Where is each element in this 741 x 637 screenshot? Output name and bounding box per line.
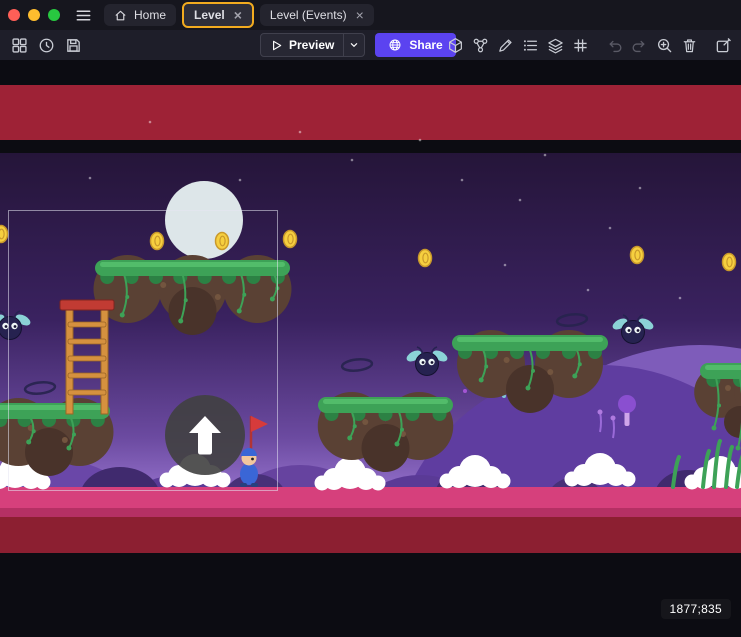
dark-red-ground [0, 517, 741, 553]
trash-icon[interactable] [678, 33, 701, 57]
cube-icon[interactable] [444, 33, 467, 57]
coin[interactable] [723, 254, 736, 271]
titlebar: Home Level × Level (Events) × [0, 0, 741, 30]
sparkle [463, 389, 467, 393]
properties-list-icon[interactable] [519, 33, 542, 57]
player-foot [240, 483, 247, 487]
redo-icon[interactable] [628, 33, 651, 57]
star [419, 139, 422, 142]
sprout [613, 418, 614, 438]
chevron-down-icon [348, 39, 360, 51]
star [679, 297, 682, 300]
close-tab-icon[interactable]: × [356, 8, 364, 22]
share-label: Share [409, 38, 442, 52]
layers-icon[interactable] [544, 33, 567, 57]
coin[interactable] [216, 233, 229, 250]
project-manager-icon[interactable] [8, 33, 31, 57]
toolbar: Preview Share [0, 30, 741, 60]
save-icon[interactable] [62, 33, 85, 57]
toolbar-right-group [444, 33, 735, 57]
tab-label: Level (Events) [270, 8, 347, 22]
player-eye [251, 458, 254, 461]
coin[interactable] [631, 247, 644, 264]
star [299, 131, 302, 134]
pencil-icon[interactable] [494, 33, 517, 57]
home-icon [114, 9, 127, 22]
tab-label: Home [134, 8, 166, 22]
tab-bar: Home Level × Level (Events) × [104, 2, 374, 28]
hamburger-menu-icon[interactable] [70, 3, 96, 27]
history-icon[interactable] [35, 33, 58, 57]
globe-icon [388, 38, 402, 52]
preview-dropdown[interactable] [343, 34, 364, 56]
star [89, 177, 92, 180]
play-icon [270, 39, 283, 52]
zoom-in-icon[interactable] [653, 33, 676, 57]
touch-arrow-button[interactable] [165, 395, 245, 475]
sprout [600, 412, 601, 432]
ladder-rung [68, 356, 106, 361]
tab-level[interactable]: Level × [182, 2, 254, 28]
coin[interactable] [151, 233, 164, 250]
toolbar-center-group: Preview Share [260, 33, 456, 57]
preview-button[interactable]: Preview [260, 33, 365, 57]
close-window-button[interactable] [8, 9, 20, 21]
ground-bands [0, 487, 741, 637]
close-tab-icon[interactable]: × [234, 8, 242, 22]
sprout-head [598, 410, 603, 415]
moon-object[interactable] [165, 181, 243, 259]
tab-home[interactable]: Home [104, 4, 176, 26]
star [639, 187, 642, 190]
objects-graph-icon[interactable] [469, 33, 492, 57]
mushroom-cap [618, 395, 636, 413]
undo-icon[interactable] [603, 33, 626, 57]
ladder-rung [68, 339, 106, 344]
ladder-rung [68, 373, 106, 378]
coin[interactable] [419, 250, 432, 267]
ladder-rung [68, 322, 106, 327]
grid-icon[interactable] [569, 33, 592, 57]
minimize-window-button[interactable] [28, 9, 40, 21]
star [239, 179, 242, 182]
traffic-lights [8, 9, 60, 21]
preview-main[interactable]: Preview [261, 34, 343, 56]
star [544, 154, 547, 157]
coin[interactable] [0, 226, 8, 243]
sprout-head [611, 416, 616, 421]
level-canvas[interactable] [0, 60, 741, 637]
coin[interactable] [284, 231, 297, 248]
scene-editor-canvas[interactable]: 1877;835 [0, 60, 741, 637]
star [149, 121, 152, 124]
tab-level-events[interactable]: Level (Events) × [260, 4, 374, 26]
backdrop-red-band [0, 85, 741, 140]
edit-events-icon[interactable] [712, 33, 735, 57]
star [461, 179, 464, 182]
tab-label: Level [194, 8, 225, 22]
ladder-rung [68, 390, 106, 395]
cursor-coordinates-badge: 1877;835 [661, 599, 731, 619]
player-body [240, 463, 258, 485]
star [587, 289, 590, 292]
player-foot [251, 483, 258, 487]
star [504, 264, 507, 267]
zoom-window-button[interactable] [48, 9, 60, 21]
star [351, 159, 354, 162]
star [609, 227, 612, 230]
ladder-cap [60, 300, 114, 310]
preview-label: Preview [289, 38, 334, 52]
star [519, 199, 522, 202]
toolbar-left-group [8, 33, 85, 57]
